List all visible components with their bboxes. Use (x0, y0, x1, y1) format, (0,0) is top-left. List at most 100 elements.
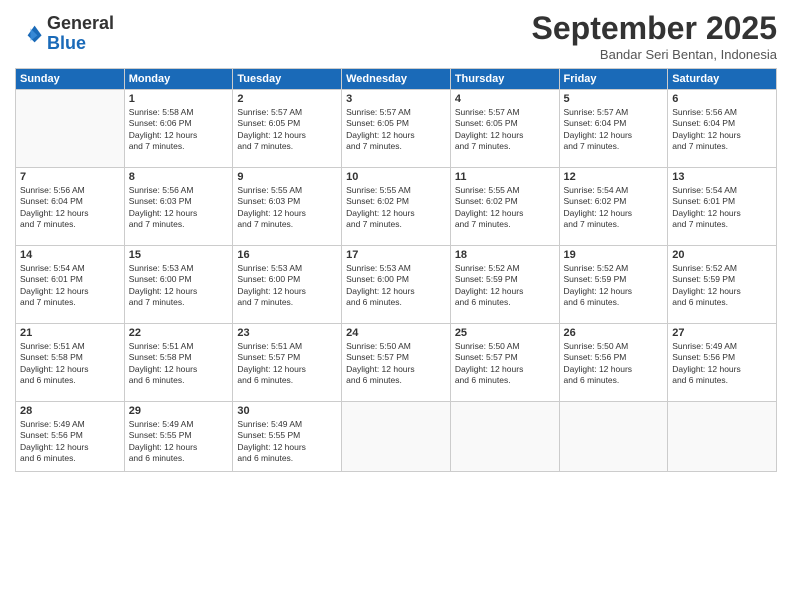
day-number: 2 (237, 93, 337, 105)
logo-general: General (47, 14, 114, 34)
day-info: Sunrise: 5:50 AMSunset: 5:56 PMDaylight:… (564, 341, 664, 387)
table-row: 4 Sunrise: 5:57 AMSunset: 6:05 PMDaylight… (450, 90, 559, 168)
table-row: 25 Sunrise: 5:50 AMSunset: 5:57 PMDayligh… (450, 324, 559, 402)
day-number: 10 (346, 171, 446, 183)
day-info: Sunrise: 5:57 AMSunset: 6:04 PMDaylight:… (564, 107, 664, 153)
table-row (450, 402, 559, 472)
day-number: 17 (346, 249, 446, 261)
day-info: Sunrise: 5:55 AMSunset: 6:02 PMDaylight:… (455, 185, 555, 231)
logo-icon (15, 20, 43, 48)
location: Bandar Seri Bentan, Indonesia (532, 47, 777, 62)
table-row: 13 Sunrise: 5:54 AMSunset: 6:01 PMDayligh… (668, 168, 777, 246)
day-info: Sunrise: 5:55 AMSunset: 6:03 PMDaylight:… (237, 185, 337, 231)
day-number: 26 (564, 327, 664, 339)
day-info: Sunrise: 5:54 AMSunset: 6:01 PMDaylight:… (672, 185, 772, 231)
day-info: Sunrise: 5:51 AMSunset: 5:57 PMDaylight:… (237, 341, 337, 387)
table-row (559, 402, 668, 472)
day-info: Sunrise: 5:56 AMSunset: 6:04 PMDaylight:… (672, 107, 772, 153)
day-number: 4 (455, 93, 555, 105)
calendar-week-row-3: 21 Sunrise: 5:51 AMSunset: 5:58 PMDayligh… (16, 324, 777, 402)
day-number: 24 (346, 327, 446, 339)
day-info: Sunrise: 5:49 AMSunset: 5:55 PMDaylight:… (237, 419, 337, 465)
day-info: Sunrise: 5:50 AMSunset: 5:57 PMDaylight:… (346, 341, 446, 387)
table-row: 12Sunrise: 5:54 AMSunset: 6:02 PMDayligh… (559, 168, 668, 246)
table-row (342, 402, 451, 472)
day-number: 12 (564, 171, 664, 183)
col-saturday: Saturday (668, 69, 777, 90)
day-number: 23 (237, 327, 337, 339)
day-number: 14 (20, 249, 120, 261)
day-number: 9 (237, 171, 337, 183)
table-row: 10 Sunrise: 5:55 AMSunset: 6:02 PMDayligh… (342, 168, 451, 246)
title-area: September 2025 Bandar Seri Bentan, Indon… (532, 10, 777, 62)
col-wednesday: Wednesday (342, 69, 451, 90)
table-row: 17 Sunrise: 5:53 AMSunset: 6:00 PMDayligh… (342, 246, 451, 324)
table-row: 27Sunrise: 5:49 AMSunset: 5:56 PMDayligh… (668, 324, 777, 402)
day-info: Sunrise: 5:50 AMSunset: 5:57 PMDaylight:… (455, 341, 555, 387)
table-row (16, 90, 125, 168)
day-number: 20 (672, 249, 772, 261)
table-row: 11 Sunrise: 5:55 AMSunset: 6:02 PMDayligh… (450, 168, 559, 246)
day-number: 8 (129, 171, 229, 183)
table-row: 21 Sunrise: 5:51 AMSunset: 5:58 PMDayligh… (16, 324, 125, 402)
page: General Blue September 2025 Bandar Seri … (0, 0, 792, 612)
day-number: 5 (564, 93, 664, 105)
day-number: 28 (20, 405, 120, 417)
day-number: 1 (129, 93, 229, 105)
table-row: 8 Sunrise: 5:56 AMSunset: 6:03 PMDaylight… (124, 168, 233, 246)
day-number: 19 (564, 249, 664, 261)
day-number: 18 (455, 249, 555, 261)
day-info: Sunrise: 5:57 AMSunset: 6:05 PMDaylight:… (346, 107, 446, 153)
table-row: 28 Sunrise: 5:49 AMSunset: 5:56 PMDayligh… (16, 402, 125, 472)
table-row: 24 Sunrise: 5:50 AMSunset: 5:57 PMDayligh… (342, 324, 451, 402)
day-info: Sunrise: 5:49 AMSunset: 5:55 PMDaylight:… (129, 419, 229, 465)
calendar-week-row-4: 28 Sunrise: 5:49 AMSunset: 5:56 PMDayligh… (16, 402, 777, 472)
calendar-week-row-2: 14 Sunrise: 5:54 AMSunset: 6:01 PMDayligh… (16, 246, 777, 324)
day-number: 7 (20, 171, 120, 183)
table-row: 23 Sunrise: 5:51 AMSunset: 5:57 PMDayligh… (233, 324, 342, 402)
calendar-header-row: Sunday Monday Tuesday Wednesday Thursday… (16, 69, 777, 90)
table-row: 26 Sunrise: 5:50 AMSunset: 5:56 PMDayligh… (559, 324, 668, 402)
table-row: 14 Sunrise: 5:54 AMSunset: 6:01 PMDayligh… (16, 246, 125, 324)
day-number: 13 (672, 171, 772, 183)
day-number: 11 (455, 171, 555, 183)
col-sunday: Sunday (16, 69, 125, 90)
table-row: 20 Sunrise: 5:52 AMSunset: 5:59 PMDayligh… (668, 246, 777, 324)
table-row: 1Sunrise: 5:58 AMSunset: 6:06 PMDaylight… (124, 90, 233, 168)
calendar-week-row-1: 7 Sunrise: 5:56 AMSunset: 6:04 PMDaylight… (16, 168, 777, 246)
day-info: Sunrise: 5:53 AMSunset: 6:00 PMDaylight:… (346, 263, 446, 309)
col-friday: Friday (559, 69, 668, 90)
day-number: 29 (129, 405, 229, 417)
day-info: Sunrise: 5:53 AMSunset: 6:00 PMDaylight:… (237, 263, 337, 309)
day-number: 3 (346, 93, 446, 105)
table-row: 16 Sunrise: 5:53 AMSunset: 6:00 PMDayligh… (233, 246, 342, 324)
day-info: Sunrise: 5:57 AMSunset: 6:05 PMDaylight:… (237, 107, 337, 153)
day-number: 21 (20, 327, 120, 339)
day-number: 25 (455, 327, 555, 339)
day-info: Sunrise: 5:57 AMSunset: 6:05 PMDaylight:… (455, 107, 555, 153)
table-row: 29 Sunrise: 5:49 AMSunset: 5:55 PMDayligh… (124, 402, 233, 472)
day-info: Sunrise: 5:56 AMSunset: 6:04 PMDaylight:… (20, 185, 120, 231)
day-info: Sunrise: 5:52 AMSunset: 5:59 PMDaylight:… (672, 263, 772, 309)
day-info: Sunrise: 5:56 AMSunset: 6:03 PMDaylight:… (129, 185, 229, 231)
day-number: 6 (672, 93, 772, 105)
table-row: 2 Sunrise: 5:57 AMSunset: 6:05 PMDaylight… (233, 90, 342, 168)
day-info: Sunrise: 5:51 AMSunset: 5:58 PMDaylight:… (20, 341, 120, 387)
logo-blue: Blue (47, 34, 114, 54)
day-number: 22 (129, 327, 229, 339)
logo: General Blue (15, 14, 114, 54)
day-info: Sunrise: 5:49 AMSunset: 5:56 PMDaylight:… (20, 419, 120, 465)
calendar-table: Sunday Monday Tuesday Wednesday Thursday… (15, 68, 777, 472)
day-info: Sunrise: 5:54 AMSunset: 6:01 PMDaylight:… (20, 263, 120, 309)
day-number: 16 (237, 249, 337, 261)
day-info: Sunrise: 5:55 AMSunset: 6:02 PMDaylight:… (346, 185, 446, 231)
day-number: 30 (237, 405, 337, 417)
col-tuesday: Tuesday (233, 69, 342, 90)
table-row: 6 Sunrise: 5:56 AMSunset: 6:04 PMDaylight… (668, 90, 777, 168)
table-row: 19Sunrise: 5:52 AMSunset: 5:59 PMDayligh… (559, 246, 668, 324)
calendar-week-row-0: 1Sunrise: 5:58 AMSunset: 6:06 PMDaylight… (16, 90, 777, 168)
table-row: 7 Sunrise: 5:56 AMSunset: 6:04 PMDaylight… (16, 168, 125, 246)
table-row: 15Sunrise: 5:53 AMSunset: 6:00 PMDayligh… (124, 246, 233, 324)
table-row: 30 Sunrise: 5:49 AMSunset: 5:55 PMDayligh… (233, 402, 342, 472)
table-row (668, 402, 777, 472)
